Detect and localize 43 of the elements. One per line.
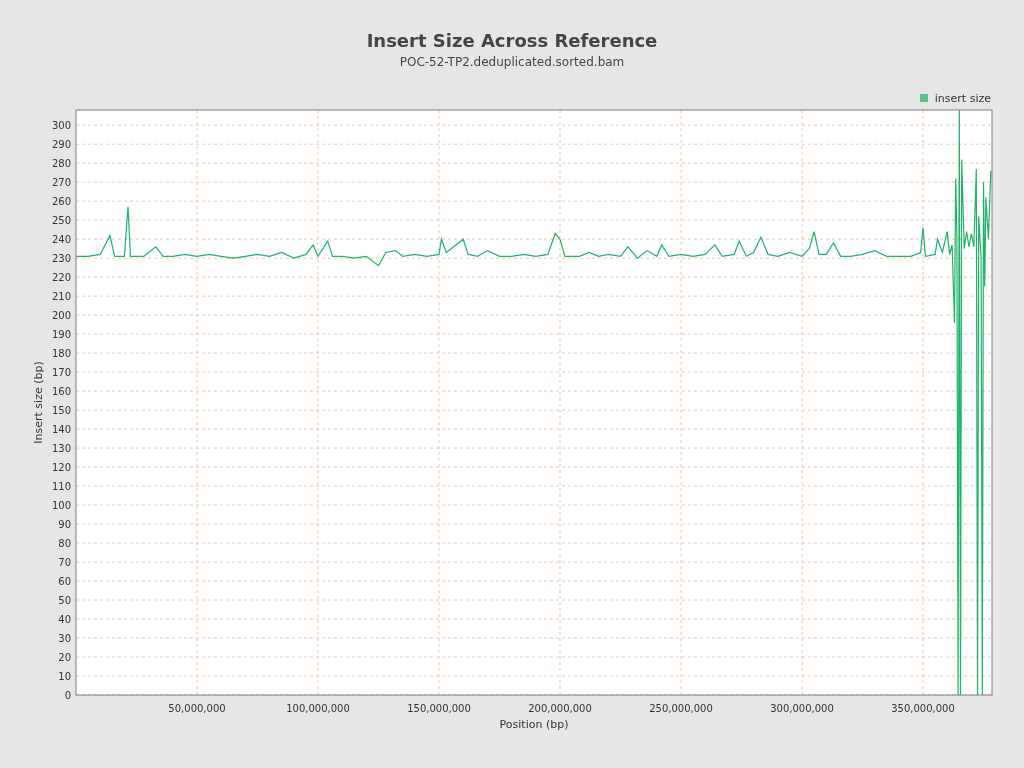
y-tick-label: 50 xyxy=(58,594,71,606)
y-tick-label: 230 xyxy=(51,252,71,264)
y-tick-label: 170 xyxy=(51,366,71,378)
y-tick-label: 20 xyxy=(58,651,71,663)
x-tick-label: 50,000,000 xyxy=(168,703,226,714)
y-tick-label: 290 xyxy=(51,138,71,150)
y-tick-label: 80 xyxy=(58,537,71,549)
y-tick-label: 90 xyxy=(58,518,71,530)
y-tick-label: 190 xyxy=(51,328,71,340)
y-tick-label: 40 xyxy=(58,613,71,625)
y-tick-label: 70 xyxy=(58,556,71,568)
y-tick-label: 140 xyxy=(51,423,71,435)
y-axis-title: Insert size (bp) xyxy=(32,361,45,444)
y-tick-label: 60 xyxy=(58,575,71,587)
x-tick-label: 150,000,000 xyxy=(407,703,471,714)
y-tick-label: 270 xyxy=(51,176,71,188)
y-tick-label: 160 xyxy=(51,385,71,397)
y-tick-label: 10 xyxy=(58,670,71,682)
x-tick-label: 200,000,000 xyxy=(528,703,592,714)
y-tick-label: 250 xyxy=(51,214,71,226)
x-axis-title: Position (bp) xyxy=(499,718,569,731)
y-tick-label: 260 xyxy=(51,195,71,207)
x-tick-label: 100,000,000 xyxy=(286,703,350,714)
y-tick-label: 150 xyxy=(51,404,71,416)
chart-subtitle: POC-52-TP2.deduplicated.sorted.bam xyxy=(399,55,625,69)
x-tick-label: 300,000,000 xyxy=(770,703,834,714)
legend-label: insert size xyxy=(934,91,991,105)
y-tick-label: 200 xyxy=(51,309,71,321)
y-tick-label: 220 xyxy=(51,271,71,283)
chart-title: Insert Size Across Reference xyxy=(366,30,658,52)
y-tick-label: 280 xyxy=(51,157,71,169)
y-tick-label: 110 xyxy=(51,480,71,492)
y-tick-label: 120 xyxy=(51,461,71,473)
y-tick-label: 300 xyxy=(51,119,71,131)
y-tick-label: 100 xyxy=(51,499,71,511)
y-tick-label: 210 xyxy=(51,290,71,302)
y-tick-label: 0 xyxy=(64,689,71,701)
y-tick-label: 30 xyxy=(58,632,71,644)
y-tick-label: 180 xyxy=(51,347,71,359)
x-tick-label: 250,000,000 xyxy=(649,703,713,714)
y-tick-label: 240 xyxy=(51,233,71,245)
x-tick-label: 350,000,000 xyxy=(891,703,955,714)
y-tick-label: 130 xyxy=(51,442,71,454)
